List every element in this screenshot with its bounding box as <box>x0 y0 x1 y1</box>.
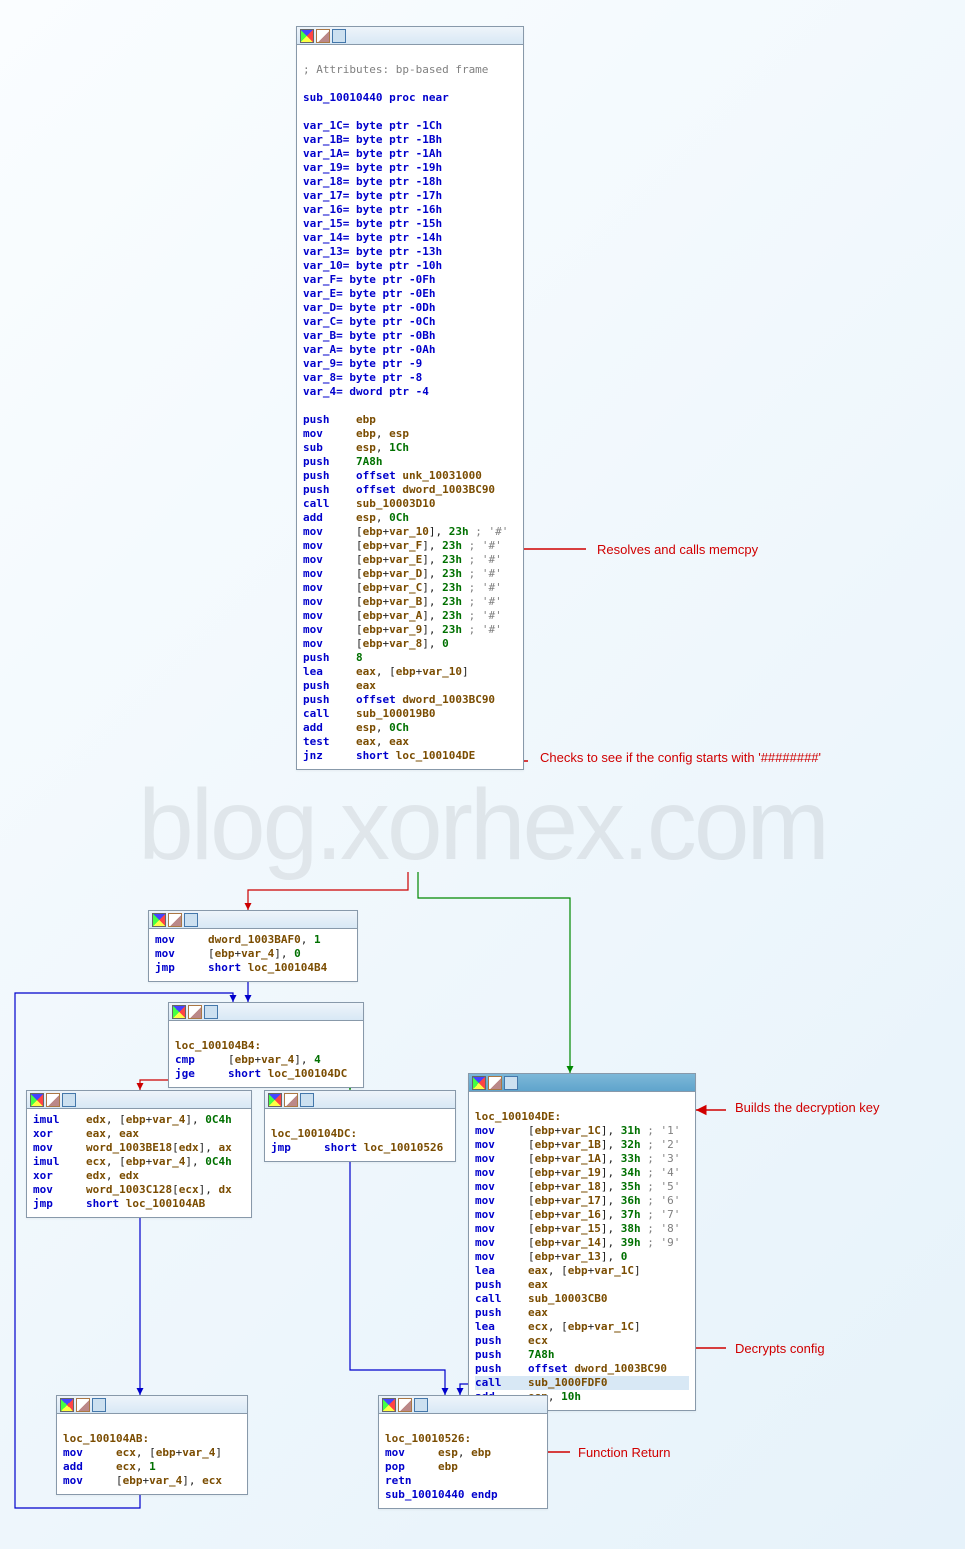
clip-icon <box>300 1093 314 1107</box>
clip-icon <box>204 1005 218 1019</box>
block-titlebar <box>169 1003 363 1021</box>
annotation-check-hash: Checks to see if the config starts with … <box>540 750 821 765</box>
clip-icon <box>504 1076 518 1090</box>
edit-icon <box>76 1398 90 1412</box>
block-titlebar <box>27 1091 251 1109</box>
color-icon <box>30 1093 44 1107</box>
block-titlebar <box>469 1074 695 1092</box>
basic-block-loop-body[interactable]: imul edx, [ebp+var_4], 0C4h xor eax, eax… <box>26 1090 252 1218</box>
annotation-func-return: Function Return <box>578 1445 671 1460</box>
clip-icon <box>62 1093 76 1107</box>
edit-icon <box>316 29 330 43</box>
block-titlebar <box>265 1091 455 1109</box>
block-body: mov dword_1003BAF0, 1 mov [ebp+var_4], 0… <box>149 929 357 981</box>
clip-icon <box>332 29 346 43</box>
edit-icon <box>488 1076 502 1090</box>
basic-block-entry[interactable]: ; Attributes: bp-based frame sub_1001044… <box>296 26 524 770</box>
block-body: loc_100104DC: jmp short loc_10010526 <box>265 1109 455 1161</box>
clip-icon <box>184 913 198 927</box>
clip-icon <box>92 1398 106 1412</box>
annotation-builds-key: Builds the decryption key <box>735 1100 880 1115</box>
basic-block-loop-head[interactable]: loc_100104B4: cmp [ebp+var_4], 4 jge sho… <box>168 1002 364 1088</box>
block-titlebar <box>379 1396 547 1414</box>
basic-block-set-flag[interactable]: mov dword_1003BAF0, 1 mov [ebp+var_4], 0… <box>148 910 358 982</box>
color-icon <box>60 1398 74 1412</box>
basic-block-build-key[interactable]: loc_100104DE: mov [ebp+var_1C], 31h ; '1… <box>468 1073 696 1411</box>
color-icon <box>300 29 314 43</box>
edit-icon <box>188 1005 202 1019</box>
color-icon <box>472 1076 486 1090</box>
annotation-memcpy: Resolves and calls memcpy <box>597 542 758 557</box>
color-icon <box>268 1093 282 1107</box>
block-titlebar <box>297 27 523 45</box>
block-body: loc_100104DE: mov [ebp+var_1C], 31h ; '1… <box>469 1092 695 1410</box>
color-icon <box>152 913 166 927</box>
block-body: imul edx, [ebp+var_4], 0C4h xor eax, eax… <box>27 1109 251 1217</box>
annotation-decrypts: Decrypts config <box>735 1341 825 1356</box>
edit-icon <box>168 913 182 927</box>
block-titlebar <box>149 911 357 929</box>
clip-icon <box>414 1398 428 1412</box>
block-body: loc_100104B4: cmp [ebp+var_4], 4 jge sho… <box>169 1021 363 1087</box>
basic-block-loop-inc[interactable]: loc_100104AB: mov ecx, [ebp+var_4] add e… <box>56 1395 248 1495</box>
block-body: ; Attributes: bp-based frame sub_1001044… <box>297 45 523 769</box>
edit-icon <box>398 1398 412 1412</box>
color-icon <box>382 1398 396 1412</box>
edit-icon <box>46 1093 60 1107</box>
block-body: loc_10010526: mov esp, ebp pop ebp retn … <box>379 1414 547 1508</box>
color-icon <box>172 1005 186 1019</box>
edit-icon <box>284 1093 298 1107</box>
block-body: loc_100104AB: mov ecx, [ebp+var_4] add e… <box>57 1414 247 1494</box>
watermark-text: blog.xorhex.com <box>0 768 965 883</box>
basic-block-return[interactable]: loc_10010526: mov esp, ebp pop ebp retn … <box>378 1395 548 1509</box>
basic-block-loop-exit[interactable]: loc_100104DC: jmp short loc_10010526 <box>264 1090 456 1162</box>
block-titlebar <box>57 1396 247 1414</box>
